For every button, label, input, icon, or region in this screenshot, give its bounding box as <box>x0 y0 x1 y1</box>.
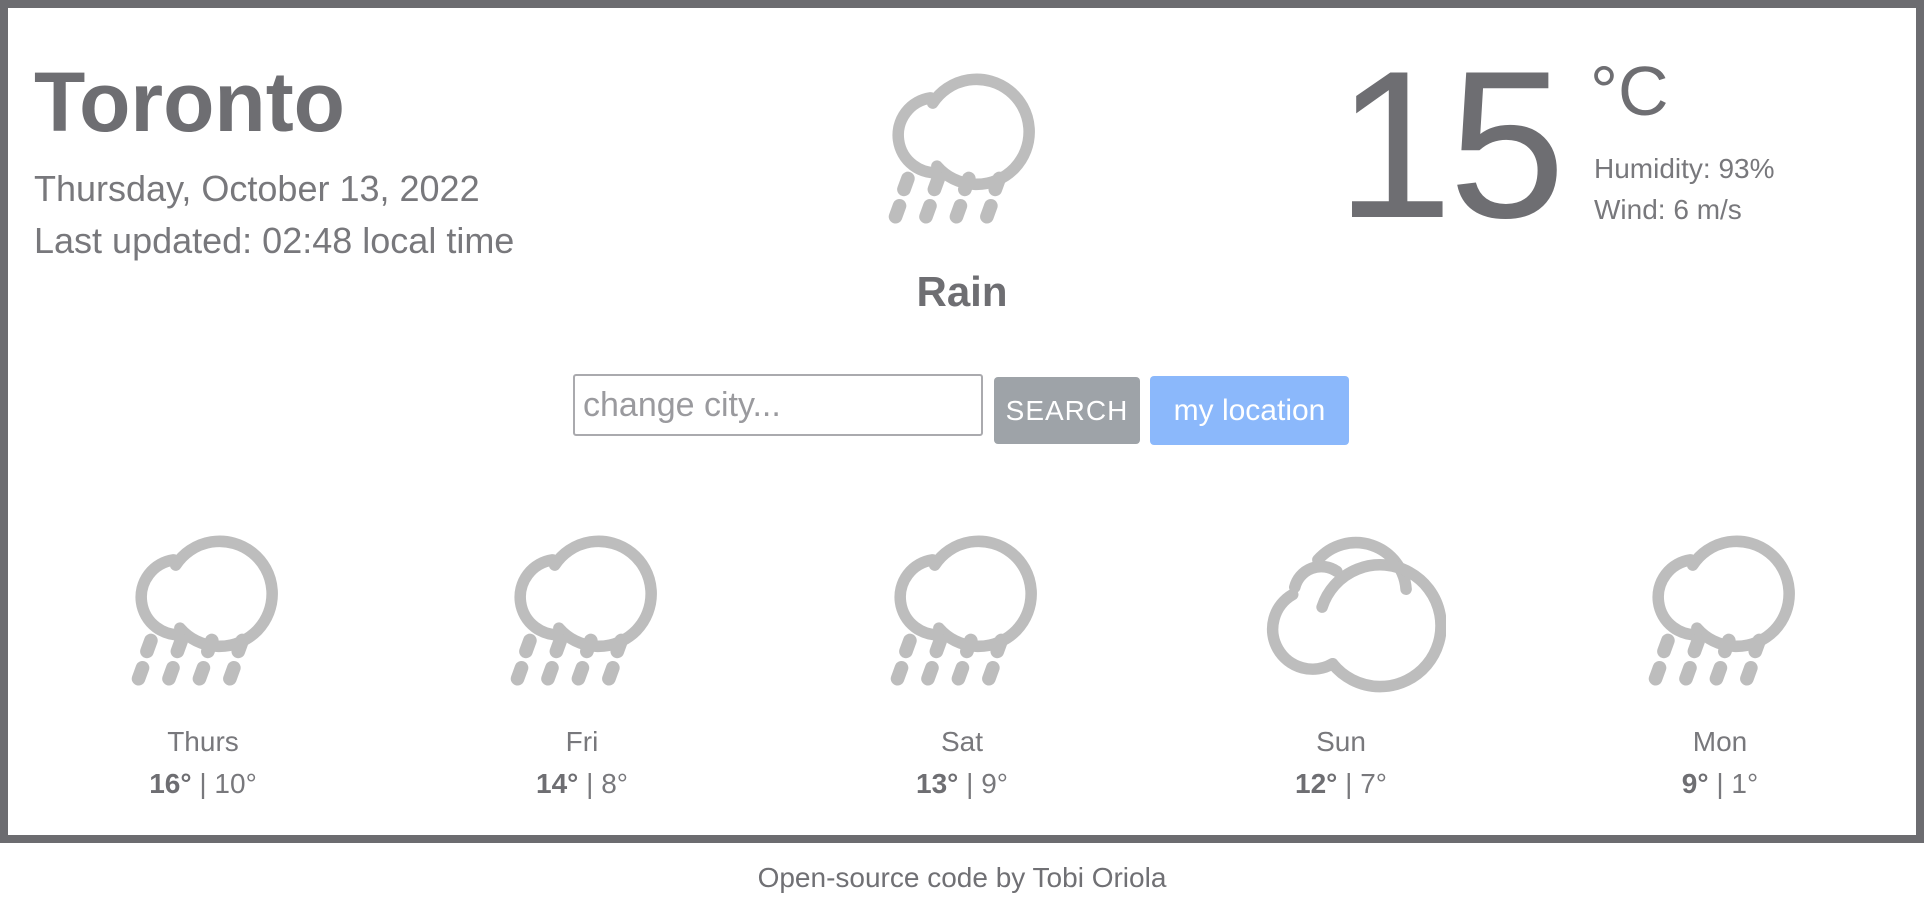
forecast-day-name: Thurs <box>167 726 239 757</box>
weather-description: Rain <box>916 268 1008 315</box>
forecast-temps: 12° | 7° <box>1211 768 1471 800</box>
forecast-temps: 14° | 8° <box>452 768 712 800</box>
forecast-day: Fri 14° | 8° <box>452 500 712 800</box>
forecast-day: Mon 9° | 1° <box>1590 500 1850 800</box>
forecast-high: 16° <box>149 768 192 799</box>
current-temperature: 15 <box>1336 27 1566 262</box>
temp-separator: | <box>586 768 594 799</box>
forecast-temps: 16° | 10° <box>73 768 333 800</box>
forecast-day-name: Mon <box>1692 726 1748 757</box>
forecast-high: 12° <box>1295 768 1338 799</box>
rain-icon <box>832 500 1092 710</box>
current-date: Thursday, October 13, 2022 <box>34 168 480 209</box>
forecast-day: Sat 13° | 9° <box>832 500 1092 800</box>
forecast-high: 9° <box>1681 768 1709 799</box>
forecast-low: 7° <box>1360 768 1387 799</box>
forecast-low: 1° <box>1731 768 1759 799</box>
my-location-button[interactable]: my location <box>1150 376 1349 445</box>
temp-separator: | <box>1716 768 1724 799</box>
forecast-day: Thurs 16° | 10° <box>73 500 333 800</box>
temperature-unit[interactable]: °C <box>1590 56 1669 126</box>
footer-text[interactable]: Open-source code by Tobi Oriola <box>758 862 1167 893</box>
forecast-day: Sun 12° | 7° <box>1211 500 1471 800</box>
forecast-day-name: Sun <box>1316 726 1366 757</box>
footer-credit[interactable]: Open-source code by Tobi Oriola <box>0 862 1924 894</box>
humidity: Humidity: 93% <box>1594 153 1775 184</box>
forecast-temps: 9° | 1° <box>1590 768 1850 800</box>
city-name: Toronto <box>34 55 345 149</box>
rain-icon <box>855 38 1065 248</box>
forecast-low: 8° <box>601 768 628 799</box>
city-search-input[interactable] <box>573 374 983 436</box>
forecast-temps: 13° | 9° <box>832 768 1092 800</box>
last-updated: Last updated: 02:48 local time <box>34 220 515 261</box>
forecast-low: 9° <box>981 768 1008 799</box>
cloudy-icon <box>1211 500 1471 710</box>
wind-speed: Wind: 6 m/s <box>1594 194 1742 225</box>
forecast-day-name: Fri <box>565 726 599 757</box>
rain-icon <box>452 500 712 710</box>
forecast-high: 13° <box>916 768 959 799</box>
temp-separator: | <box>199 768 207 799</box>
temp-separator: | <box>966 768 974 799</box>
forecast-low: 10° <box>214 768 257 799</box>
temp-separator: | <box>1345 768 1353 799</box>
rain-icon <box>73 500 333 710</box>
rain-icon <box>1590 500 1850 710</box>
forecast-day-name: Sat <box>940 726 984 757</box>
search-button[interactable]: SEARCH <box>994 377 1140 444</box>
forecast-high: 14° <box>536 768 579 799</box>
